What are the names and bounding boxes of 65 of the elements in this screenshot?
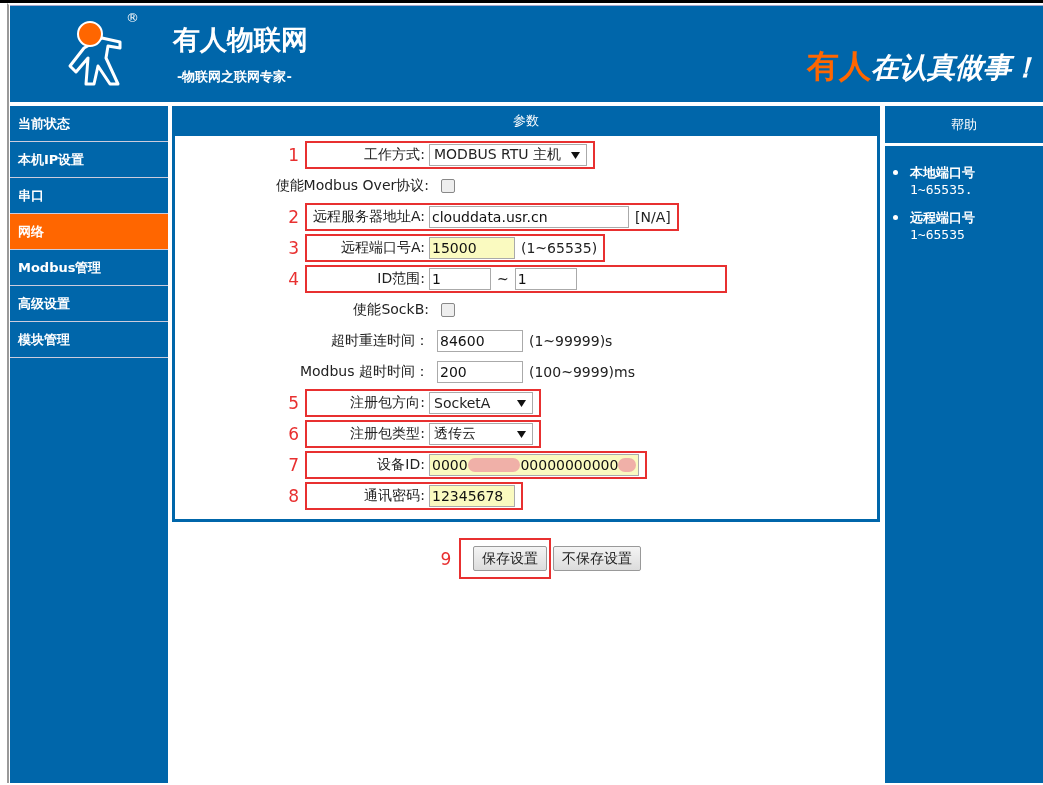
field-label: 使能Modbus Over协议: <box>275 177 430 195</box>
field-label: 注册包方向: <box>349 394 426 412</box>
field-value: 00000000000 <box>520 457 619 473</box>
text-field[interactable]: clouddata.usr.cn <box>429 206 629 228</box>
help-item-title: 本地端口号 <box>910 164 975 182</box>
text-field[interactable]: 200 <box>437 361 523 383</box>
registered-mark: ® <box>126 10 139 25</box>
discard-button[interactable]: 不保存设置 <box>553 546 642 571</box>
field-label: ID范围: <box>376 270 426 288</box>
id-from-field[interactable]: 1 <box>429 268 491 290</box>
hint-text: (1~99999)s <box>529 333 613 349</box>
dropdown-arrow-icon <box>517 399 526 407</box>
callout-number: 8 <box>288 486 299 506</box>
help-title: 帮助 <box>885 106 1043 143</box>
panel-title: 参数 <box>172 106 880 136</box>
sidebar-item[interactable]: 模块管理 <box>10 322 168 358</box>
field-label: Modbus 超时时间： <box>299 363 430 381</box>
dropdown[interactable]: 透传云 <box>429 423 533 445</box>
sidebar-item[interactable]: 当前状态 <box>10 106 168 142</box>
field-label: 远程端口号A: <box>339 239 426 257</box>
checkbox[interactable] <box>441 303 455 317</box>
tagline: -物联网之联网专家- <box>177 68 293 86</box>
hint-text: [N/A] <box>635 209 671 225</box>
bullet-icon <box>893 170 898 175</box>
bullet-icon <box>893 215 898 220</box>
field-label: 注册包类型: <box>349 425 426 443</box>
callout-number: 5 <box>288 393 299 413</box>
save-button[interactable]: 保存设置 <box>473 546 548 571</box>
field-label: 通讯密码: <box>363 487 426 505</box>
dropdown[interactable]: MODBUS RTU 主机 <box>429 144 588 166</box>
callout-number: 4 <box>288 269 299 289</box>
text-field[interactable]: 15000 <box>429 237 515 259</box>
dropdown[interactable]: SocketA <box>429 392 533 414</box>
help-item-value: 1~65535. <box>910 182 974 197</box>
callout-number: 7 <box>288 455 299 475</box>
callout-number: 3 <box>288 238 299 258</box>
device-id-field[interactable]: 0000 00000000000 <box>429 454 639 476</box>
callout-number: 9 <box>440 548 452 569</box>
id-to-field[interactable]: 1 <box>514 268 577 290</box>
callout-number: 6 <box>288 424 299 444</box>
callout-number: 1 <box>288 145 299 165</box>
range-separator: ~ <box>497 271 509 287</box>
sidebar-item[interactable]: 高级设置 <box>10 286 168 322</box>
field-value: 0000 <box>432 457 468 473</box>
callout-number: 2 <box>288 207 299 227</box>
hint-text: (1~65535) <box>521 240 598 256</box>
help-item-title: 远程端口号 <box>910 209 975 227</box>
field-label: 设备ID: <box>376 456 426 474</box>
text-field[interactable]: 12345678 <box>429 485 515 507</box>
text-field[interactable]: 84600 <box>437 330 523 352</box>
field-label: 工作方式: <box>363 146 426 164</box>
field-label: 使能SockB: <box>353 301 430 319</box>
brand-name: 有人物联网 <box>173 23 308 57</box>
field-label: 超时重连时间： <box>331 332 430 350</box>
blur-mark <box>618 458 636 472</box>
dropdown-arrow-icon <box>571 151 581 159</box>
dropdown-arrow-icon <box>517 430 526 438</box>
sidebar-item[interactable]: 本机IP设置 <box>10 142 168 178</box>
help-item-value: 1~65535 <box>910 227 966 242</box>
hint-text: (100~9999)ms <box>529 364 635 380</box>
slogan: 有人在认真做事！ <box>807 46 1039 87</box>
checkbox[interactable] <box>441 179 455 193</box>
blur-mark <box>467 458 521 472</box>
field-label: 远程服务器地址A: <box>311 208 426 226</box>
sidebar-item[interactable]: Modbus管理 <box>10 250 168 286</box>
